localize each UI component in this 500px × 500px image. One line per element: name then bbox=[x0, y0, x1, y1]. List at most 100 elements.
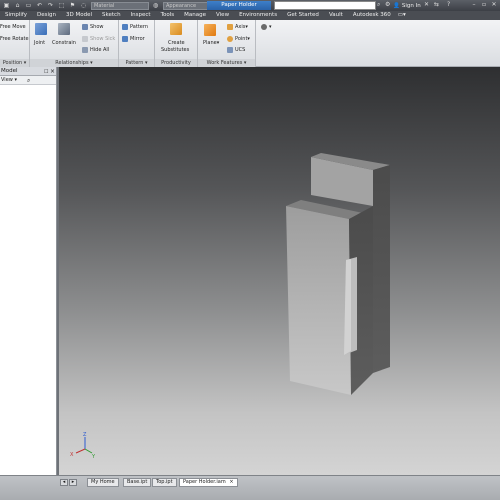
tab-inspect[interactable]: Inspect bbox=[126, 11, 156, 20]
group-productivity: Create Substitutes Productivity bbox=[155, 20, 198, 67]
mirror-label: Mirror bbox=[130, 36, 145, 42]
save-icon[interactable]: ▣ bbox=[2, 2, 11, 10]
pattern-button[interactable]: Pattern bbox=[122, 24, 148, 30]
free-rotate-button[interactable]: Free Rotate bbox=[0, 36, 29, 42]
appearance-icon: ◍ bbox=[152, 2, 159, 9]
tab-scroll-right-icon[interactable]: ▸ bbox=[69, 479, 77, 486]
minimize-icon[interactable]: – bbox=[470, 1, 478, 9]
tab-view[interactable]: View bbox=[211, 11, 234, 20]
graphics-viewport[interactable]: Z X Y bbox=[59, 67, 500, 475]
group-label-pattern: Pattern ▾ bbox=[119, 59, 154, 67]
search-options-icon[interactable]: ⚙ bbox=[385, 1, 390, 8]
tab-design[interactable]: Design bbox=[32, 11, 61, 20]
tab-simplify[interactable]: Simplify bbox=[0, 11, 32, 20]
ribbon-extra-button[interactable]: ▾ bbox=[261, 24, 272, 30]
ucs-button[interactable]: UCS bbox=[227, 47, 245, 53]
joint-icon[interactable] bbox=[35, 23, 47, 35]
doc-tab-base[interactable]: Base.ipt bbox=[123, 478, 152, 487]
tab-manage[interactable]: Manage bbox=[179, 11, 211, 20]
show-sick-icon bbox=[82, 36, 88, 42]
tab-get-started[interactable]: Get Started bbox=[282, 11, 324, 20]
tab-vault[interactable]: Vault bbox=[324, 11, 348, 20]
group-label-productivity: Productivity bbox=[155, 59, 197, 67]
title-bar: ▣ ⌂ ▭ ↶ ↷ ⬚ ⚑ ◌ Material ◍ Appearance Pa… bbox=[0, 0, 500, 11]
user-icon: 👤 bbox=[393, 2, 400, 9]
axis-triad: Z X Y bbox=[70, 432, 96, 460]
free-move-button[interactable]: Free Move bbox=[0, 24, 26, 30]
doc-tab-my-home[interactable]: My Home bbox=[87, 478, 119, 487]
point-button[interactable]: Point ▾ bbox=[227, 36, 250, 42]
tab-3d-model[interactable]: 3D Model bbox=[61, 11, 97, 20]
inventor-window: ▣ ⌂ ▭ ↶ ↷ ⬚ ⚑ ◌ Material ◍ Appearance Pa… bbox=[0, 0, 500, 500]
redo-icon[interactable]: ↷ bbox=[46, 2, 55, 10]
help-icon[interactable]: ? bbox=[447, 1, 450, 8]
browser-view-dropdown[interactable]: View ▾ ⌕ bbox=[0, 76, 56, 85]
tab-sketch[interactable]: Sketch bbox=[97, 11, 126, 20]
joint-button[interactable]: Joint bbox=[34, 40, 45, 46]
hide-all-label: Hide All bbox=[90, 47, 110, 53]
hide-all-button[interactable]: Hide All bbox=[82, 47, 109, 53]
measure-icon[interactable]: ◌ bbox=[79, 2, 88, 10]
tab-autodesk-360[interactable]: Autodesk 360 bbox=[348, 11, 396, 20]
group-work-features: Plane ▾ Axis ▾ Point ▾ UCS Work Features… bbox=[198, 20, 256, 67]
select-icon[interactable]: ⬚ bbox=[57, 2, 66, 10]
group-relationships: Joint Constrain Show Show Sick Hide All … bbox=[30, 20, 119, 67]
maximize-icon[interactable]: ▫ bbox=[480, 1, 488, 9]
model-canvas[interactable]: Z X Y bbox=[59, 67, 500, 475]
axis-x-label: X bbox=[70, 452, 74, 458]
plane-icon[interactable] bbox=[204, 24, 216, 36]
browser-tree bbox=[0, 85, 56, 475]
axis-button[interactable]: Axis ▾ bbox=[227, 24, 248, 30]
work-features-label-text: Work Features bbox=[206, 60, 243, 66]
axis-label: Axis bbox=[235, 24, 246, 30]
binoculars-icon[interactable]: ⌕ bbox=[27, 76, 30, 85]
constrain-icon[interactable] bbox=[58, 23, 70, 35]
mirror-button[interactable]: Mirror bbox=[122, 36, 145, 42]
home-icon[interactable]: ⌂ bbox=[13, 2, 22, 10]
browser-view-label: View bbox=[1, 77, 13, 83]
relationships-label-text: Relationships bbox=[55, 60, 89, 66]
create-substitutes-button[interactable]: Create bbox=[168, 40, 185, 46]
pattern-label-text: Pattern bbox=[125, 60, 144, 66]
help-search-input[interactable] bbox=[274, 1, 376, 10]
show-sick-button[interactable]: Show Sick bbox=[82, 36, 115, 42]
point-label: Point bbox=[235, 36, 248, 42]
tab-environments[interactable]: Environments bbox=[234, 11, 282, 20]
tab-tools[interactable]: Tools bbox=[156, 11, 180, 20]
document-title: Paper Holder bbox=[207, 1, 271, 10]
doc-tab-paper-holder[interactable]: Paper Holder.iam × bbox=[179, 478, 238, 487]
doc-tab-top[interactable]: Top.ipt bbox=[152, 478, 177, 487]
model-browser: Model ☐ × View ▾ ⌕ bbox=[0, 67, 57, 475]
close-icon[interactable]: × bbox=[50, 67, 55, 76]
part-front-face[interactable] bbox=[286, 206, 351, 395]
productivity-label-text: Productivity bbox=[161, 60, 191, 66]
point-icon bbox=[227, 36, 233, 42]
create-substitutes-icon[interactable] bbox=[170, 23, 182, 35]
plane-label: Plane bbox=[203, 40, 217, 46]
show-icon bbox=[82, 24, 88, 30]
axis-z-label: Z bbox=[83, 432, 87, 438]
doc-tab-close-icon[interactable]: × bbox=[229, 479, 233, 485]
ucs-icon bbox=[227, 47, 233, 53]
search-icon[interactable]: ⌕ bbox=[377, 1, 380, 9]
update-icon[interactable]: ⚑ bbox=[68, 2, 77, 10]
gear-icon bbox=[261, 24, 267, 30]
material-dropdown[interactable]: Material bbox=[91, 1, 149, 10]
part-top-block-side[interactable] bbox=[373, 165, 390, 373]
doc-tab-paper-holder-label: Paper Holder.iam bbox=[183, 479, 226, 485]
undo-icon[interactable]: ↶ bbox=[35, 2, 44, 10]
constrain-button[interactable]: Constrain bbox=[52, 40, 76, 46]
group-label-position: Position ▾ bbox=[0, 59, 29, 67]
close-window-icon[interactable]: ✕ bbox=[490, 1, 498, 9]
folder-icon[interactable]: ▭ bbox=[24, 2, 33, 10]
cart-icon[interactable]: ✕ bbox=[424, 1, 429, 8]
ribbon-tabs: Simplify Design 3D Model Sketch Inspect … bbox=[0, 11, 500, 20]
group-label-work-features: Work Features ▾ bbox=[198, 59, 255, 67]
plane-button[interactable]: Plane ▾ bbox=[203, 40, 219, 46]
tab-scroll-left-icon[interactable]: ◂ bbox=[60, 479, 68, 486]
ribbon-options-icon[interactable]: ▭▾ bbox=[396, 11, 408, 20]
create-substitutes-button-line2[interactable]: Substitutes bbox=[161, 47, 189, 53]
exchange-icon[interactable]: ⇆ bbox=[434, 1, 439, 8]
sign-in-button[interactable]: 👤 Sign In bbox=[393, 0, 421, 11]
show-button[interactable]: Show bbox=[82, 24, 104, 30]
